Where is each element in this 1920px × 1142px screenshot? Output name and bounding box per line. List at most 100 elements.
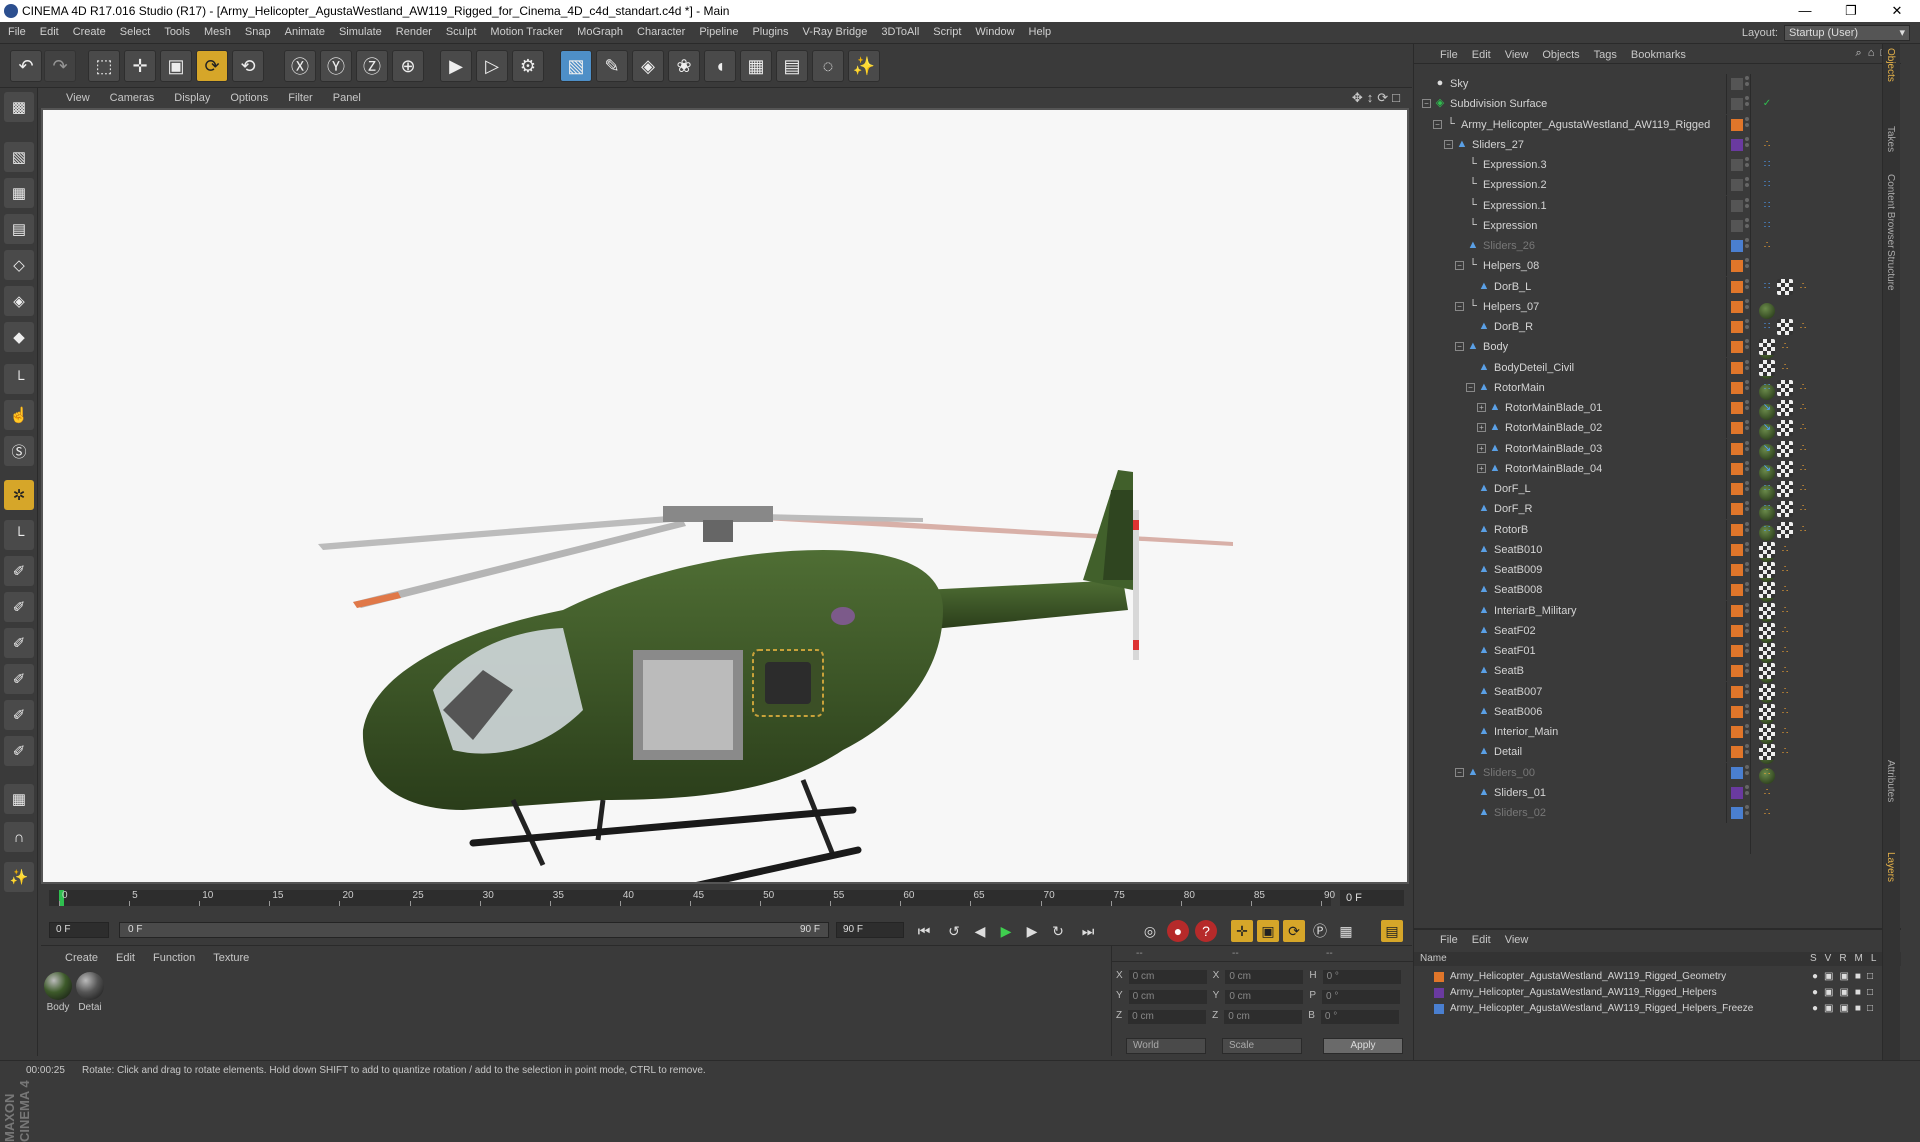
selection-tag-icon[interactable]: ∴ — [1795, 461, 1811, 477]
move-tool-icon[interactable]: ✛ — [124, 50, 156, 82]
uvw-tag-icon[interactable] — [1777, 481, 1793, 497]
editor-render-visibility[interactable] — [1745, 744, 1749, 758]
axis-mode-icon[interactable]: └ — [4, 364, 34, 394]
enabled-check-icon[interactable]: ✓ — [1759, 96, 1775, 112]
uvw-tag-icon[interactable] — [1777, 440, 1793, 457]
layer-color-swatch[interactable] — [1731, 199, 1743, 212]
selection-tag-icon[interactable]: ∴ — [1777, 704, 1793, 720]
object-row[interactable]: ▲ SeatB006 ∴ — [1414, 701, 1901, 744]
material-menu-item-texture[interactable]: Texture — [213, 952, 249, 964]
object-row[interactable]: ▲ SeatB009 ∴ — [1414, 560, 1901, 602]
editor-render-visibility[interactable] — [1745, 359, 1749, 374]
autokey-icon[interactable]: ● — [1167, 920, 1189, 942]
layer-color-swatch[interactable] — [1731, 98, 1743, 111]
layer-color-swatch[interactable] — [1731, 584, 1743, 597]
xpresso-tag-icon[interactable]: ∷ — [1759, 380, 1775, 396]
object-row[interactable]: − └ Helpers_08 — [1414, 256, 1901, 277]
layer-color-swatch[interactable] — [1731, 685, 1743, 698]
object-row[interactable]: └ Expression.1 ∷ — [1414, 195, 1901, 216]
xpresso-tag-icon[interactable]: ∷ — [1759, 198, 1775, 214]
grid-lock-icon[interactable]: ▦ — [4, 784, 34, 814]
layer-color-swatch[interactable] — [1731, 665, 1743, 678]
start-frame-field[interactable]: 0 F — [49, 922, 109, 938]
key-scale-icon[interactable]: ▣ — [1257, 920, 1279, 942]
selection-tag-icon[interactable]: ∴ — [1777, 744, 1793, 760]
object-row[interactable]: ▲ SeatB ∴ — [1414, 661, 1901, 704]
layer-color-swatch[interactable] — [1731, 402, 1743, 414]
menu-item-edit[interactable]: Edit — [40, 26, 59, 38]
uvw-tag-icon[interactable] — [1777, 420, 1793, 437]
selection-tag-icon[interactable]: ∴ — [1759, 765, 1775, 781]
editor-render-visibility[interactable] — [1745, 501, 1749, 515]
pen-spline-icon[interactable]: ✎ — [596, 50, 628, 82]
menu-item-sculpt[interactable]: Sculpt — [446, 26, 477, 38]
uvw-tag-icon[interactable] — [1777, 319, 1793, 335]
edges-mode-icon[interactable]: ◈ — [4, 286, 34, 316]
layer-color-swatch[interactable] — [1731, 705, 1743, 718]
layer-color-swatch[interactable] — [1731, 483, 1743, 495]
layer-color-swatch[interactable] — [1731, 604, 1743, 617]
selection-tag-icon[interactable]: ∴ — [1777, 623, 1793, 639]
light-icon[interactable]: ◌ — [812, 50, 844, 82]
editor-render-visibility[interactable] — [1745, 177, 1749, 191]
editor-render-visibility[interactable] — [1745, 683, 1749, 698]
editor-render-visibility[interactable] — [1745, 460, 1749, 475]
layer-color-swatch[interactable] — [1731, 746, 1743, 759]
viewport-menu-item-filter[interactable]: Filter — [288, 92, 312, 104]
object-menu-item-objects[interactable]: Objects — [1542, 49, 1579, 61]
coord-rot-b-field[interactable]: 0 ° — [1320, 1010, 1399, 1024]
close-button[interactable]: ✕ — [1874, 0, 1920, 22]
object-row[interactable]: − ▲ RotorMain ∷ ∴ — [1414, 377, 1901, 420]
object-row[interactable]: ● Sky — [1414, 74, 1901, 94]
selection-tag-icon[interactable]: ∴ — [1777, 643, 1793, 659]
workplane-lock-icon[interactable]: └ — [4, 520, 34, 550]
tree-expand-toggle[interactable]: + — [1477, 443, 1486, 453]
polygons-mode-icon[interactable]: ◆ — [4, 322, 34, 352]
object-row[interactable]: − ◈ Subdivision Surface ✓ — [1414, 94, 1901, 115]
tree-expand-toggle[interactable]: − — [1466, 382, 1475, 392]
editor-render-visibility[interactable] — [1745, 764, 1749, 779]
prev-key-icon[interactable]: ↺ — [943, 920, 965, 942]
uvw-tag-icon[interactable] — [1759, 359, 1775, 376]
editor-render-visibility[interactable] — [1745, 96, 1749, 110]
end-frame-field[interactable]: 90 F — [836, 922, 904, 938]
menu-item-script[interactable]: Script — [933, 26, 961, 38]
selection-tag-icon[interactable]: ∴ — [1777, 663, 1793, 679]
goto-start-icon[interactable]: ⏮ — [913, 920, 935, 942]
object-row[interactable]: − ▲ Sliders_27 ∴ — [1414, 134, 1901, 155]
object-row[interactable]: ▲ SeatB010 ∴ — [1414, 539, 1901, 582]
coord-mode-dropdown[interactable]: World — [1126, 1038, 1206, 1054]
selection-tag-icon[interactable]: ∴ — [1795, 319, 1811, 335]
layer-color-swatch[interactable] — [1731, 462, 1743, 475]
side-tab-content-browser[interactable]: Content Browser — [1885, 174, 1896, 248]
coord-pos-y-field[interactable]: 0 cm — [1128, 990, 1207, 1004]
menu-item-help[interactable]: Help — [1029, 26, 1052, 38]
layer-color-swatch[interactable] — [1434, 972, 1444, 982]
editor-render-visibility[interactable] — [1745, 805, 1749, 819]
layer-menu-item-view[interactable]: View — [1505, 934, 1529, 946]
layer-color-swatch[interactable] — [1731, 361, 1743, 374]
layer-menu-item-file[interactable]: File — [1440, 934, 1458, 946]
scale-tool-icon[interactable]: ▣ — [160, 50, 192, 82]
object-row[interactable]: − ▲ Sliders_00 ∴ — [1414, 762, 1901, 783]
key-position-icon[interactable]: ✛ — [1231, 920, 1253, 942]
layer-color-swatch[interactable] — [1731, 503, 1743, 516]
menu-item-window[interactable]: Window — [975, 26, 1014, 38]
layer-color-swatch[interactable] — [1731, 219, 1743, 232]
object-menu-item-edit[interactable]: Edit — [1472, 49, 1491, 61]
coord-size-y-field[interactable]: 0 cm — [1225, 990, 1304, 1004]
floor-icon[interactable]: ▦ — [740, 50, 772, 82]
layer-color-swatch[interactable] — [1731, 442, 1743, 455]
key-rotation-icon[interactable]: ⟳ — [1283, 920, 1305, 942]
sculpt-brush-2-icon[interactable]: ✐ — [4, 592, 34, 622]
object-row[interactable]: + ▲ RotorMainBlade_03 ↘ ∴ — [1414, 438, 1901, 481]
menu-item-mograph[interactable]: MoGraph — [577, 26, 623, 38]
y-axis-lock-icon[interactable]: Ⓨ — [320, 50, 352, 82]
menu-item-file[interactable]: File — [8, 26, 26, 38]
menu-item-snap[interactable]: Snap — [245, 26, 271, 38]
selection-tag-icon[interactable]: ∴ — [1795, 279, 1811, 295]
layer-row[interactable]: Army_Helicopter_AgustaWestland_AW119_Rig… — [1414, 986, 1901, 1000]
uvw-tag-icon[interactable] — [1759, 683, 1775, 700]
tweak-icon[interactable]: ☝ — [4, 400, 34, 430]
texture-mode-icon[interactable]: ▦ — [4, 178, 34, 208]
